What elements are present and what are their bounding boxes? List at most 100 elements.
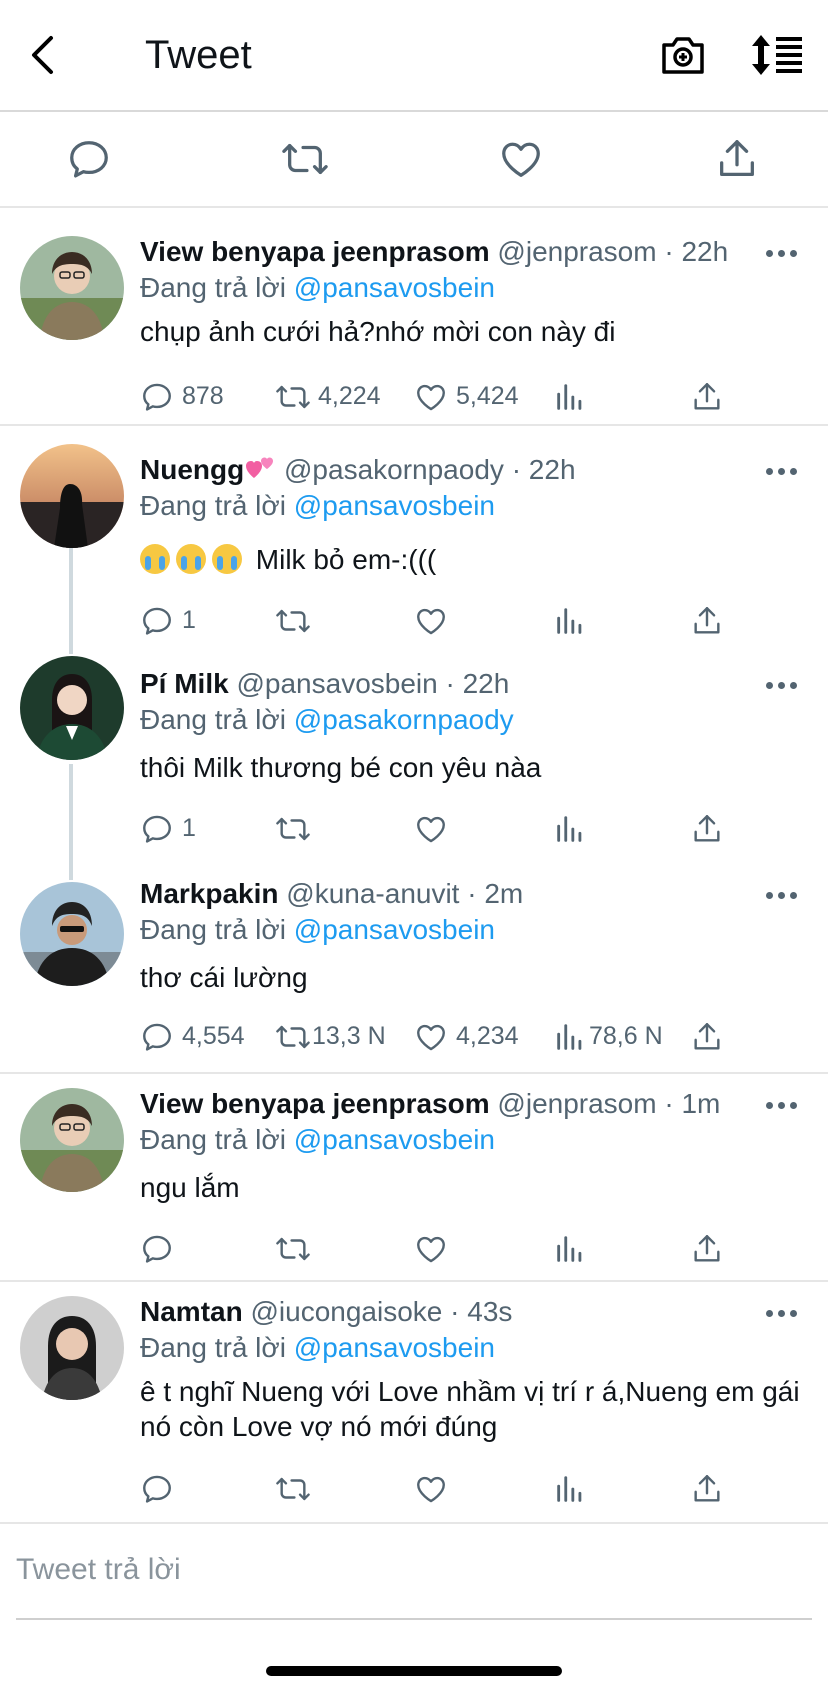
share-button[interactable]: [690, 1016, 730, 1056]
like-icon: [414, 604, 448, 638]
views-button[interactable]: [553, 600, 663, 640]
display-name[interactable]: Pí Milk: [140, 668, 229, 699]
avatar[interactable]: [20, 1088, 124, 1192]
camera-icon[interactable]: [660, 33, 706, 77]
timestamp: 2m: [484, 878, 524, 909]
home-indicator[interactable]: [266, 1666, 562, 1676]
share-button[interactable]: [690, 600, 730, 640]
reply-button[interactable]: [140, 1468, 180, 1508]
avatar[interactable]: [20, 236, 124, 340]
share-button[interactable]: [690, 1228, 730, 1268]
retweet-button[interactable]: [276, 600, 386, 640]
display-name[interactable]: Nuengg: [140, 454, 244, 485]
reply-button[interactable]: 1: [140, 600, 250, 640]
reply-header: Markpakin @kuna-anuvit · 2m: [140, 876, 523, 912]
crying-emoji-icon: [212, 544, 242, 574]
reply-button[interactable]: 4,554: [140, 1016, 250, 1056]
display-name[interactable]: View benyapa jeenprasom: [140, 236, 490, 267]
user-handle: @kuna-anuvit: [286, 878, 460, 909]
share-icon: [690, 1232, 724, 1266]
avatar[interactable]: [20, 1296, 124, 1400]
retweet-count: 13,3 N: [312, 1022, 386, 1050]
reply-item[interactable]: Nuengg @pasakornpaody · 22h Đang trả lời…: [0, 426, 828, 642]
retweet-button[interactable]: [276, 808, 386, 848]
more-icon[interactable]: [766, 248, 798, 260]
reply-button[interactable]: [140, 1228, 180, 1268]
retweet-icon: [276, 1020, 310, 1054]
mention-link[interactable]: @pansavosbein: [294, 490, 495, 521]
reply-item[interactable]: Namtan @iucongaisoke · 43s Đang trả lời …: [0, 1282, 828, 1522]
mention-link[interactable]: @pansavosbein: [294, 1332, 495, 1363]
views-button[interactable]: [553, 1228, 593, 1268]
share-button[interactable]: [690, 808, 730, 848]
like-count: 5,424: [456, 382, 519, 410]
views-icon: [553, 380, 587, 414]
like-icon: [414, 1472, 448, 1506]
retweet-icon: [276, 1232, 310, 1266]
separator-dot: ·: [511, 454, 522, 485]
avatar[interactable]: [20, 656, 124, 760]
tweet-action-bar: [0, 112, 828, 208]
like-button[interactable]: [414, 808, 524, 848]
views-button[interactable]: 78,6 N: [553, 1016, 673, 1056]
avatar[interactable]: [20, 444, 124, 548]
views-button[interactable]: [553, 376, 663, 416]
retweet-button[interactable]: 13,3 N: [276, 1016, 396, 1056]
reply-count: 878: [182, 382, 224, 410]
reply-item[interactable]: Markpakin @kuna-anuvit · 2m Đang trả lời…: [0, 850, 828, 1074]
mention-link[interactable]: @pasakornpaody: [294, 704, 514, 735]
separator-dot: ·: [467, 878, 477, 909]
reply-text: ngu lắm: [140, 1172, 240, 1203]
display-name[interactable]: Markpakin: [140, 878, 279, 909]
avatar[interactable]: [20, 882, 124, 986]
page-title: Tweet: [145, 33, 252, 77]
share-button[interactable]: [690, 376, 730, 416]
views-icon: [553, 604, 587, 638]
user-handle: @jenprasom: [497, 1088, 657, 1119]
like-button[interactable]: [414, 1228, 454, 1268]
timestamp: 1m: [681, 1088, 721, 1119]
more-icon[interactable]: [766, 680, 798, 692]
separator-dot: ·: [664, 236, 674, 267]
reply-composer[interactable]: Tweet trả lời: [0, 1522, 828, 1620]
more-icon[interactable]: [766, 466, 798, 478]
like-icon: [414, 380, 448, 414]
retweet-button[interactable]: 4,224: [276, 376, 386, 416]
mention-link[interactable]: @pansavosbein: [294, 1124, 495, 1155]
like-button[interactable]: [414, 600, 524, 640]
reply-item[interactable]: View benyapa jeenprasom @jenprasom · 22h…: [0, 208, 828, 426]
reply-button[interactable]: 878: [140, 376, 250, 416]
reply-text: thôi Milk thương bé con yêu nàa: [140, 752, 542, 783]
reply-text: ê t nghĩ Nueng với Love nhầm vị trí r á,…: [140, 1376, 800, 1442]
display-name[interactable]: View benyapa jeenprasom: [140, 1088, 490, 1119]
reply-header: View benyapa jeenprasom @jenprasom · 22h: [140, 234, 728, 270]
like-icon[interactable]: [498, 136, 544, 182]
timestamp: 43s: [467, 1296, 513, 1327]
share-button[interactable]: [690, 1468, 730, 1508]
display-name[interactable]: Namtan: [140, 1296, 243, 1327]
retweet-icon: [276, 380, 310, 414]
reply-icon: [140, 1472, 174, 1506]
mention-link[interactable]: @pansavosbein: [294, 914, 495, 945]
reply-icon[interactable]: [66, 136, 112, 182]
reply-item[interactable]: Pí Milk @pansavosbein · 22h Đang trả lời…: [0, 642, 828, 850]
mention-link[interactable]: @pansavosbein: [294, 272, 495, 303]
reply-icon: [140, 1232, 174, 1266]
retweet-icon[interactable]: [282, 136, 328, 182]
share-icon[interactable]: [714, 136, 760, 182]
views-button[interactable]: [553, 1468, 593, 1508]
retweet-button[interactable]: [276, 1468, 316, 1508]
retweet-button[interactable]: [276, 1228, 316, 1268]
back-icon[interactable]: [24, 30, 64, 80]
more-icon[interactable]: [766, 1100, 798, 1112]
more-icon[interactable]: [766, 1308, 798, 1320]
like-button[interactable]: [414, 1468, 454, 1508]
reply-button[interactable]: 1: [140, 808, 250, 848]
views-button[interactable]: [553, 808, 663, 848]
reply-item[interactable]: View benyapa jeenprasom @jenprasom · 1m …: [0, 1074, 828, 1282]
sort-icon[interactable]: [752, 33, 806, 77]
like-button[interactable]: 5,424: [414, 376, 524, 416]
like-button[interactable]: 4,234: [414, 1016, 524, 1056]
reply-input[interactable]: Tweet trả lời: [16, 1550, 181, 1590]
more-icon[interactable]: [766, 890, 798, 902]
